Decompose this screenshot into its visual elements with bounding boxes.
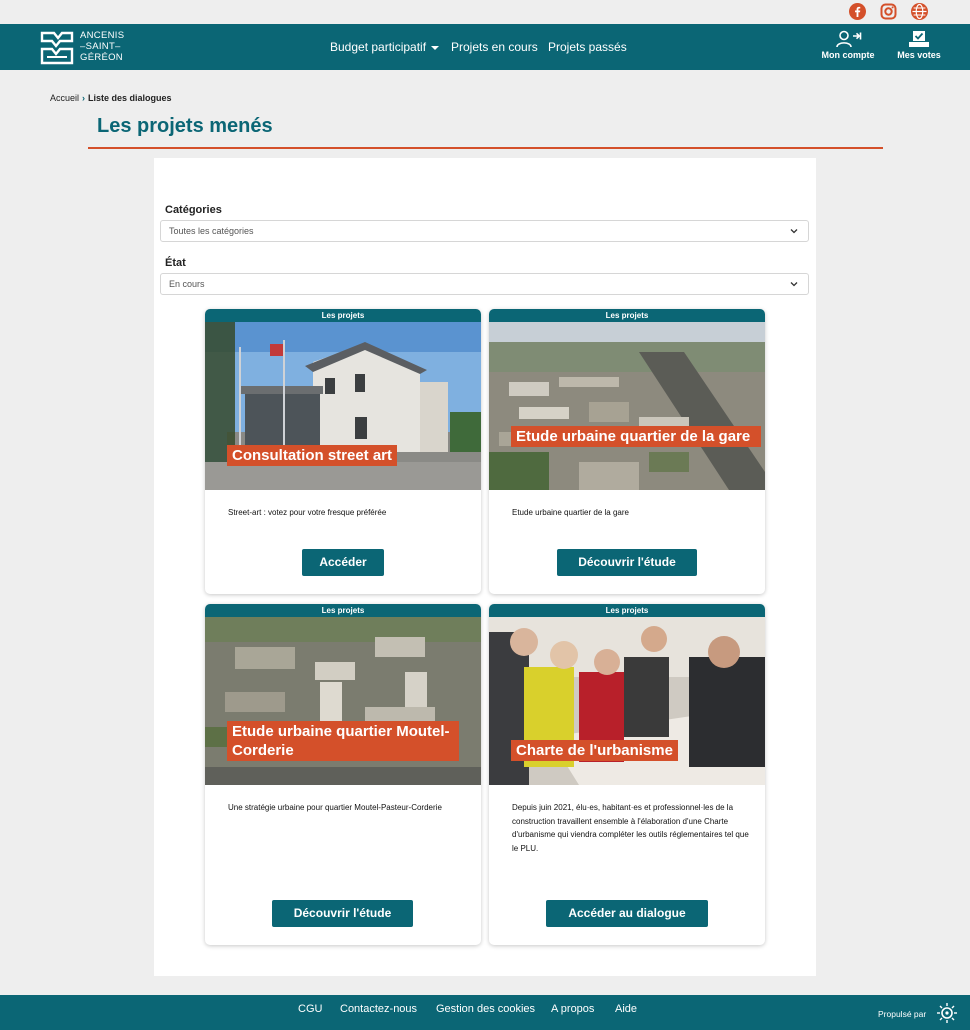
project-image: Etude urbaine quartier Moutel-Corderie bbox=[205, 617, 481, 785]
footer: CGU Contactez-nous Gestion des cookies A… bbox=[0, 995, 970, 1030]
facebook-icon[interactable] bbox=[849, 3, 866, 20]
user-login-icon bbox=[836, 30, 862, 48]
logo-emblem-icon bbox=[40, 31, 74, 65]
discover-study-button[interactable]: Découvrir l'étude bbox=[272, 900, 413, 927]
globe-icon[interactable] bbox=[911, 3, 928, 20]
card-tag: Les projets bbox=[489, 604, 765, 617]
categories-label: Catégories bbox=[165, 204, 222, 216]
project-image: Consultation street art bbox=[205, 322, 481, 490]
site-logo[interactable]: ANCENIS –SAINT– GÉRÉON bbox=[38, 28, 138, 66]
access-button[interactable]: Accéder bbox=[302, 549, 384, 576]
state-select[interactable]: En cours bbox=[160, 273, 809, 295]
my-votes-button[interactable]: Mes votes bbox=[894, 30, 944, 60]
nav-past-projects[interactable]: Projets passés bbox=[548, 40, 627, 54]
footer-link-cgu[interactable]: CGU bbox=[298, 1003, 322, 1015]
card-title: Consultation street art bbox=[227, 445, 398, 466]
social-bar bbox=[0, 0, 970, 24]
page-title: Les projets menés bbox=[97, 115, 273, 137]
breadcrumb-home[interactable]: Accueil bbox=[50, 93, 79, 103]
card-tag: Les projets bbox=[205, 604, 481, 617]
project-card-gare[interactable]: Les projets Etude urbaine quartier de la… bbox=[489, 309, 765, 594]
breadcrumb: Accueil › Liste des dialogues bbox=[50, 93, 172, 103]
discover-study-button[interactable]: Découvrir l'étude bbox=[557, 549, 697, 576]
project-card-moutel-corderie[interactable]: Les projets Etude urbaine quartier Moute… bbox=[205, 604, 481, 945]
card-title: Charte de l'urbanisme bbox=[511, 740, 678, 761]
card-title: Etude urbaine quartier de la gare bbox=[511, 426, 761, 447]
chevron-right-icon: › bbox=[82, 93, 86, 103]
title-divider bbox=[88, 147, 883, 149]
main-navbar: ANCENIS –SAINT– GÉRÉON Budget participat… bbox=[0, 24, 970, 70]
card-description: Street-art : votez pour votre fresque pr… bbox=[228, 508, 387, 517]
card-tag: Les projets bbox=[205, 309, 481, 322]
instagram-icon[interactable] bbox=[880, 3, 897, 20]
project-card-charte-urbanisme[interactable]: Les projets Charte de l'urbanisme Depuis… bbox=[489, 604, 765, 945]
card-title: Etude urbaine quartier Moutel-Corderie bbox=[227, 721, 459, 761]
logo-text: ANCENIS –SAINT– GÉRÉON bbox=[80, 30, 125, 63]
card-description: Une stratégie urbaine pour quartier Mout… bbox=[228, 803, 442, 812]
footer-link-help[interactable]: Aide bbox=[615, 1003, 637, 1015]
categories-select[interactable]: Toutes les catégories bbox=[160, 220, 809, 242]
project-image: Charte de l'urbanisme bbox=[489, 617, 765, 785]
provider-logo-icon[interactable] bbox=[932, 1001, 962, 1025]
project-image: Etude urbaine quartier de la gare bbox=[489, 322, 765, 490]
footer-link-cookies[interactable]: Gestion des cookies bbox=[436, 1003, 535, 1015]
project-card-street-art[interactable]: Les projets Consultation street art Stre… bbox=[205, 309, 481, 594]
card-description: Depuis juin 2021, élu·es, habitant·es et… bbox=[512, 803, 749, 853]
footer-link-contact[interactable]: Contactez-nous bbox=[340, 1003, 417, 1015]
card-description: Etude urbaine quartier de la gare bbox=[512, 508, 629, 517]
footer-link-about[interactable]: A propos bbox=[551, 1003, 594, 1015]
card-tag: Les projets bbox=[489, 309, 765, 322]
ballot-check-icon bbox=[909, 31, 929, 47]
chevron-down-icon bbox=[790, 229, 798, 234]
nav-budget-dropdown[interactable]: Budget participatif bbox=[330, 40, 440, 54]
categories-select-value: Toutes les catégories bbox=[169, 226, 254, 236]
powered-by-label: Propulsé par bbox=[878, 1009, 927, 1019]
nav-current-projects[interactable]: Projets en cours bbox=[451, 40, 538, 54]
breadcrumb-current: Liste des dialogues bbox=[88, 93, 172, 103]
caret-down-icon bbox=[431, 45, 440, 50]
content-panel: Catégories Toutes les catégories État En… bbox=[154, 158, 816, 976]
my-account-button[interactable]: Mon compte bbox=[819, 30, 877, 60]
access-dialogue-button[interactable]: Accéder au dialogue bbox=[546, 900, 708, 927]
state-label: État bbox=[165, 257, 186, 269]
state-select-value: En cours bbox=[169, 279, 205, 289]
chevron-down-icon bbox=[790, 282, 798, 287]
